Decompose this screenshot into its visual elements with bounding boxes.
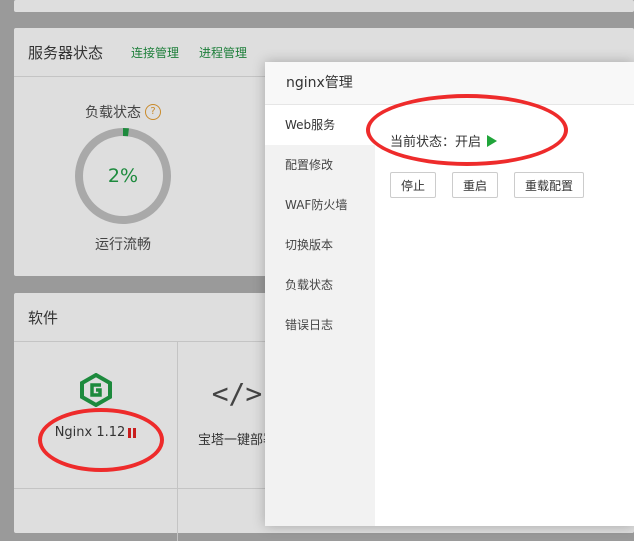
load-gauge[interactable]: 2% [73,126,173,226]
nginx-manage-dialog: nginx管理 Web服务 配置修改 WAF防火墙 切换版本 负载状态 错误日志… [265,62,634,526]
server-status-title: 服务器状态 [28,43,104,62]
load-status-label: 负载状态 [85,105,141,121]
software-title: 软件 [28,308,59,327]
dialog-title: nginx管理 [265,62,634,105]
sidebar-item-waf[interactable]: WAF防火墙 [265,185,375,225]
restart-button[interactable]: 重启 [452,172,499,198]
sidebar-item-web-service[interactable]: Web服务 [265,105,375,145]
top-card [14,0,634,12]
load-status-text: 运行流畅 [95,237,151,253]
nginx-logo-icon [79,372,112,408]
load-status-heading: 负载状态 ? [58,102,188,122]
software-item-nginx[interactable]: Nginx 1.12 [14,372,177,440]
process-manage-link[interactable]: 进程管理 [199,44,247,61]
sidebar-item-config-edit[interactable]: 配置修改 [265,145,375,185]
sidebar-item-load-status[interactable]: 负载状态 [265,265,375,305]
stop-button[interactable]: 停止 [390,172,437,198]
dialog-sidebar: Web服务 配置修改 WAF防火墙 切换版本 负载状态 错误日志 [265,105,375,526]
play-icon [487,134,498,147]
pause-icon [128,427,137,438]
dialog-content: 当前状态：开启 停止 重启 重载配置 [390,105,634,198]
service-actions: 停止 重启 重载配置 [390,172,634,198]
load-percent: 2% [107,165,139,187]
service-status-text: 当前状态：开启 [390,135,482,150]
question-circle-icon[interactable]: ? [145,104,161,120]
reload-config-button[interactable]: 重载配置 [514,172,585,198]
nginx-name: Nginx 1.12 [54,425,126,440]
load-status-panel: 负载状态 ? 2% 运行流畅 [58,102,188,254]
nginx-name-row: Nginx 1.12 [14,425,177,440]
service-status: 当前状态：开启 [390,131,634,150]
sidebar-item-error-log[interactable]: 错误日志 [265,305,375,345]
sidebar-item-switch-version[interactable]: 切换版本 [265,225,375,265]
connection-manage-link[interactable]: 连接管理 [131,44,179,61]
